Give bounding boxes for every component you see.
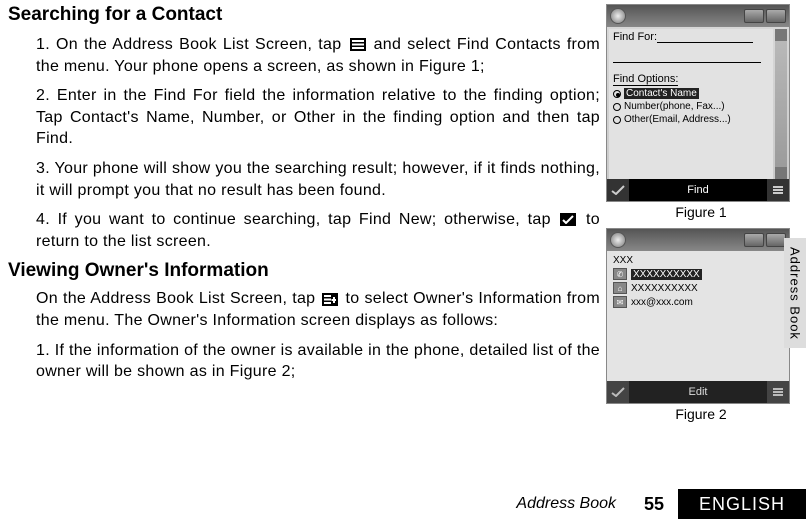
viewing-intro: On the Address Book List Screen, tap to … — [8, 288, 600, 331]
radio-icon — [613, 103, 621, 111]
figure-1-phone: Find For: Find Options: Contact's Name N… — [606, 4, 790, 202]
owner-email-row[interactable]: ✉ xxx@xxx.com — [613, 296, 783, 308]
option-number-label: Number(phone, Fax...) — [624, 101, 725, 112]
side-tab-address-book: Address Book — [784, 238, 806, 348]
menu-plus-icon — [322, 293, 338, 306]
option-other[interactable]: Other(Email, Address...) — [613, 114, 769, 125]
page-footer: Address Book 55 ENGLISH — [0, 489, 806, 519]
app-icon — [610, 232, 626, 248]
titlebar-button-1[interactable] — [744, 9, 764, 23]
footer-left-button[interactable] — [607, 381, 629, 403]
step-3: 3. Your phone will show you the searchin… — [36, 158, 600, 201]
find-for-input[interactable] — [657, 31, 753, 43]
heading-viewing: Viewing Owner's Information — [8, 260, 600, 282]
step-4: 4. If you want to continue searching, ta… — [36, 209, 600, 252]
footer-left-button[interactable] — [607, 179, 629, 201]
step-1: 1. On the Address Book List Screen, tap … — [36, 34, 600, 77]
figure-1-caption: Figure 1 — [606, 204, 796, 220]
phone-titlebar — [607, 5, 789, 27]
option-other-label: Other(Email, Address...) — [624, 114, 731, 125]
figure-2-phone: XXX ✆ XXXXXXXXXX ⌂ XXXXXXXXXX ✉ xxx@xxx.… — [606, 228, 790, 404]
app-icon — [610, 8, 626, 24]
menu-icon — [350, 38, 366, 51]
find-for-label: Find For: — [613, 31, 657, 43]
option-contact-name-label: Contact's Name — [624, 88, 699, 99]
owner-phone1-row[interactable]: ✆ XXXXXXXXXX — [613, 268, 783, 280]
footer-right-button[interactable] — [767, 381, 789, 403]
step-2: 2. Enter in the Find For field the infor… — [36, 85, 600, 150]
viewing-intro-a: On the Address Book List Screen, tap — [36, 290, 315, 307]
phone-titlebar — [607, 229, 789, 251]
side-tab-label: Address Book — [788, 247, 803, 340]
titlebar-button-2[interactable] — [766, 233, 786, 247]
option-contact-name[interactable]: Contact's Name — [613, 88, 769, 99]
home-icon: ⌂ — [613, 282, 627, 294]
owner-phone1: XXXXXXXXXX — [631, 269, 702, 280]
footer-right-button[interactable] — [767, 179, 789, 201]
owner-phone2: XXXXXXXXXX — [631, 283, 698, 294]
find-options-label: Find Options: — [613, 73, 678, 86]
footer-language: ENGLISH — [678, 489, 806, 519]
footer-page-number: 55 — [630, 494, 678, 515]
find-for-input-2[interactable] — [613, 51, 761, 63]
back-check-icon — [560, 213, 576, 226]
figure-2-caption: Figure 2 — [606, 406, 796, 422]
edit-button[interactable]: Edit — [689, 386, 708, 398]
email-icon: ✉ — [613, 296, 627, 308]
owner-email: xxx@xxx.com — [631, 297, 693, 308]
scroll-down-icon[interactable] — [775, 167, 787, 179]
owner-phone2-row[interactable]: ⌂ XXXXXXXXXX — [613, 282, 783, 294]
phone-icon: ✆ — [613, 268, 627, 280]
step-4-text-a: 4. If you want to continue searching, ta… — [36, 211, 551, 228]
titlebar-button-2[interactable] — [766, 9, 786, 23]
titlebar-button-1[interactable] — [744, 233, 764, 247]
find-button[interactable]: Find — [687, 184, 708, 196]
radio-icon — [613, 116, 621, 124]
scroll-up-icon[interactable] — [775, 29, 787, 41]
step-1-text-a: 1. On the Address Book List Screen, tap — [36, 36, 341, 53]
footer-section: Address Book — [150, 495, 630, 513]
radio-icon — [613, 90, 621, 98]
scrollbar[interactable] — [775, 29, 787, 179]
viewing-step-1: 1. If the information of the owner is av… — [36, 340, 600, 383]
owner-name: XXX — [613, 255, 633, 266]
owner-name-row: XXX — [613, 255, 783, 266]
heading-searching: Searching for a Contact — [8, 4, 600, 26]
option-number[interactable]: Number(phone, Fax...) — [613, 101, 769, 112]
